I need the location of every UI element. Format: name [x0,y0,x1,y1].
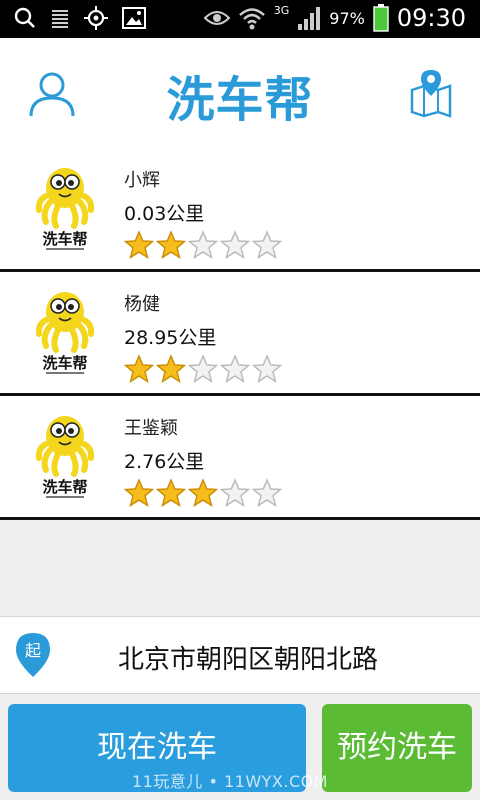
octopus-logo-avatar: 洗车帮 [36,416,94,498]
star-empty-icon [220,478,250,508]
washer-distance: 2.76公里 [124,451,205,473]
star-empty-icon [220,354,250,384]
star-empty-icon [252,230,282,260]
list-item[interactable]: 洗车帮 杨健 28.95公里 [0,272,480,396]
map-location-icon[interactable] [410,68,452,118]
washer-list: 洗车帮 小辉 0.03公里 洗车帮 杨健 28.95公里 洗车帮 王鉴颖 2.7… [0,148,480,520]
svg-text:洗车帮: 洗车帮 [42,230,87,248]
washer-name: 小辉 [124,170,160,191]
star-empty-icon [252,478,282,508]
star-filled-icon [124,230,154,260]
start-pin-icon: 起 [16,633,50,677]
rating-stars [124,354,282,384]
battery-icon [373,4,389,32]
washer-distance: 0.03公里 [124,203,205,225]
washer-name: 杨健 [124,294,160,315]
eye-icon [203,11,230,25]
start-address-bar[interactable]: 起 北京市朝阳区朝阳北路 [0,616,480,694]
star-empty-icon [188,230,218,260]
search-icon [14,7,35,28]
network-type: 3G [273,3,290,17]
star-empty-icon [252,354,282,384]
octopus-logo-avatar: 洗车帮 [36,292,94,374]
reserve-wash-button[interactable]: 预约洗车 [322,704,472,792]
wifi-icon [238,8,265,30]
star-empty-icon [188,354,218,384]
signal-icon [298,7,321,30]
app-title: 洗车帮 [166,72,314,128]
octopus-logo-avatar: 洗车帮 [36,168,94,250]
app-header: 洗车帮 [0,38,480,149]
star-filled-icon [156,478,186,508]
star-empty-icon [220,230,250,260]
list-item[interactable]: 洗车帮 王鉴颖 2.76公里 [0,396,480,520]
rating-stars [124,478,282,508]
rating-stars [124,230,282,260]
star-filled-icon [188,478,218,508]
image-icon [122,7,146,29]
status-left-icons [14,6,146,30]
crosshair-icon [84,6,108,30]
star-filled-icon [124,478,154,508]
battery-percent: 97% [329,8,365,28]
star-filled-icon [156,354,186,384]
status-right-icons: 3G 97% 09:30 [203,3,466,32]
start-address-text: 北京市朝阳区朝阳北路 [118,645,379,675]
status-bar: 3G 97% 09:30 [0,0,480,38]
menu-lines-icon [52,10,68,28]
watermark: 11玩意儿 • 11WYX.COM [132,772,329,791]
pin-label: 起 [25,641,41,660]
star-filled-icon [156,230,186,260]
star-filled-icon [124,354,154,384]
svg-text:洗车帮: 洗车帮 [42,354,87,372]
svg-text:洗车帮: 洗车帮 [42,478,87,496]
clock: 09:30 [396,4,466,32]
washer-distance: 28.95公里 [124,327,217,349]
list-item[interactable]: 洗车帮 小辉 0.03公里 [0,148,480,272]
washer-name: 王鉴颖 [124,418,178,439]
